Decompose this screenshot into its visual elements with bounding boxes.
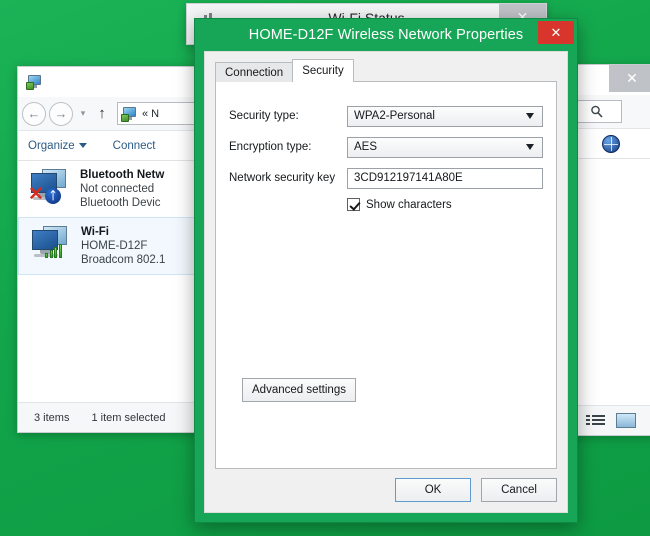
encryption-type-select[interactable]: AES xyxy=(347,137,543,158)
network-security-key-label: Network security key xyxy=(229,172,347,184)
dialog-button-row: OK Cancel xyxy=(395,478,557,502)
tab-security[interactable]: Security xyxy=(292,59,354,82)
close-icon: ✕ xyxy=(626,70,638,87)
search-icon xyxy=(590,105,603,118)
bluetooth-icon: ᛏ xyxy=(45,188,61,204)
desktop-background: ← → ▾ ↑ « N Organize xyxy=(0,0,650,536)
network-security-key-row: Network security key 3CD912197141A80E xyxy=(229,167,543,189)
back-button[interactable]: ← xyxy=(22,102,46,126)
wifi-adapter-icon xyxy=(29,225,73,265)
security-type-row: Security type: WPA2-Personal xyxy=(229,105,543,127)
close-button[interactable]: ✕ xyxy=(538,21,574,44)
connect-button[interactable]: Connect xyxy=(113,140,156,152)
tab-connection[interactable]: Connection xyxy=(215,62,293,82)
forward-button[interactable]: → xyxy=(49,102,73,126)
background-window-body xyxy=(567,159,650,405)
network-connections-window[interactable]: ← → ▾ ↑ « N Organize xyxy=(17,66,203,433)
chevron-down-icon: ▾ xyxy=(81,108,86,119)
connect-label: Connect xyxy=(113,140,156,152)
address-bar[interactable]: « N xyxy=(117,102,198,125)
show-characters-label: Show characters xyxy=(366,199,452,211)
tab-security-label: Security xyxy=(302,65,344,77)
adapter-status: HOME-D12F xyxy=(81,239,165,253)
encryption-type-row: Encryption type: AES xyxy=(229,136,543,158)
breadcrumb-chevron-icon: « xyxy=(142,108,148,120)
close-button[interactable]: ✕ xyxy=(609,65,650,92)
adapter-status: Not connected xyxy=(80,182,164,196)
recent-locations-button[interactable]: ▾ xyxy=(76,102,90,126)
chevron-down-icon xyxy=(526,113,534,119)
adapter-device: Broadcom 802.1 xyxy=(81,253,165,267)
details-view-icon[interactable] xyxy=(586,413,606,429)
explorer-navigation-bar: ← → ▾ ↑ « N xyxy=(18,97,202,131)
cancel-label: Cancel xyxy=(501,484,537,496)
up-arrow-icon: ↑ xyxy=(98,105,106,122)
dialog-title-bar[interactable]: HOME-D12F Wireless Network Properties ✕ xyxy=(195,19,577,51)
network-adapter-list: ✕ ᛏ Bluetooth Netw Not connected Bluetoo… xyxy=(18,161,202,402)
close-icon: ✕ xyxy=(551,25,562,41)
breadcrumb: N xyxy=(151,108,159,120)
dialog-body: Connection Security Security type: WPA2-… xyxy=(204,51,568,513)
network-connections-icon xyxy=(26,73,44,91)
organize-menu-button[interactable]: Organize xyxy=(28,140,87,152)
network-security-key-value: 3CD912197141A80E xyxy=(354,172,463,184)
advanced-settings-label: Advanced settings xyxy=(252,384,346,396)
ok-button[interactable]: OK xyxy=(395,478,471,502)
signal-bars-icon xyxy=(45,243,62,258)
list-item[interactable]: ✕ ᛏ Bluetooth Netw Not connected Bluetoo… xyxy=(18,161,202,217)
background-window-status-bar xyxy=(567,405,650,435)
background-explorer-window[interactable]: ✕ xyxy=(566,64,650,436)
back-arrow-icon: ← xyxy=(28,107,41,120)
adapter-name: Wi-Fi xyxy=(81,225,165,239)
explorer-status-bar: 3 items 1 item selected xyxy=(18,402,202,432)
tab-strip: Connection Security xyxy=(215,60,354,82)
advanced-settings-button[interactable]: Advanced settings xyxy=(242,378,356,402)
explorer-command-bar: Organize Connect xyxy=(18,131,202,161)
tiles-view-icon[interactable] xyxy=(616,413,636,428)
network-connections-icon xyxy=(121,105,139,123)
security-type-value: WPA2-Personal xyxy=(354,110,435,122)
forward-arrow-icon: → xyxy=(55,107,68,120)
chevron-down-icon xyxy=(526,144,534,150)
adapter-name: Bluetooth Netw xyxy=(80,168,164,182)
wireless-network-properties-dialog[interactable]: HOME-D12F Wireless Network Properties ✕ … xyxy=(194,18,578,523)
selection-label: 1 item selected xyxy=(91,412,165,424)
security-tab-panel: Security type: WPA2-Personal Encryption … xyxy=(215,81,557,469)
up-button[interactable]: ↑ xyxy=(93,102,111,126)
cancel-button[interactable]: Cancel xyxy=(481,478,557,502)
explorer-title-bar[interactable] xyxy=(18,67,202,97)
organize-label: Organize xyxy=(28,140,75,152)
background-window-toolbar xyxy=(567,129,650,159)
tab-connection-label: Connection xyxy=(225,67,283,79)
show-characters-row[interactable]: Show characters xyxy=(347,198,452,211)
help-globe-icon[interactable] xyxy=(602,135,620,153)
security-type-select[interactable]: WPA2-Personal xyxy=(347,106,543,127)
encryption-type-label: Encryption type: xyxy=(229,141,347,153)
encryption-type-value: AES xyxy=(354,141,377,153)
bluetooth-adapter-icon: ✕ ᛏ xyxy=(28,168,72,208)
background-window-nav xyxy=(567,95,650,129)
ok-label: OK xyxy=(425,484,442,496)
background-window-title-bar: ✕ xyxy=(567,65,650,95)
item-count-label: 3 items xyxy=(34,412,69,424)
list-item[interactable]: Wi-Fi HOME-D12F Broadcom 802.1 xyxy=(18,217,202,275)
page-title: HOME-D12F Wireless Network Properties xyxy=(249,27,523,43)
chevron-down-icon xyxy=(79,143,87,148)
adapter-device: Bluetooth Devic xyxy=(80,196,164,210)
network-security-key-input[interactable]: 3CD912197141A80E xyxy=(347,168,543,189)
show-characters-checkbox[interactable] xyxy=(347,198,360,211)
security-type-label: Security type: xyxy=(229,110,347,122)
